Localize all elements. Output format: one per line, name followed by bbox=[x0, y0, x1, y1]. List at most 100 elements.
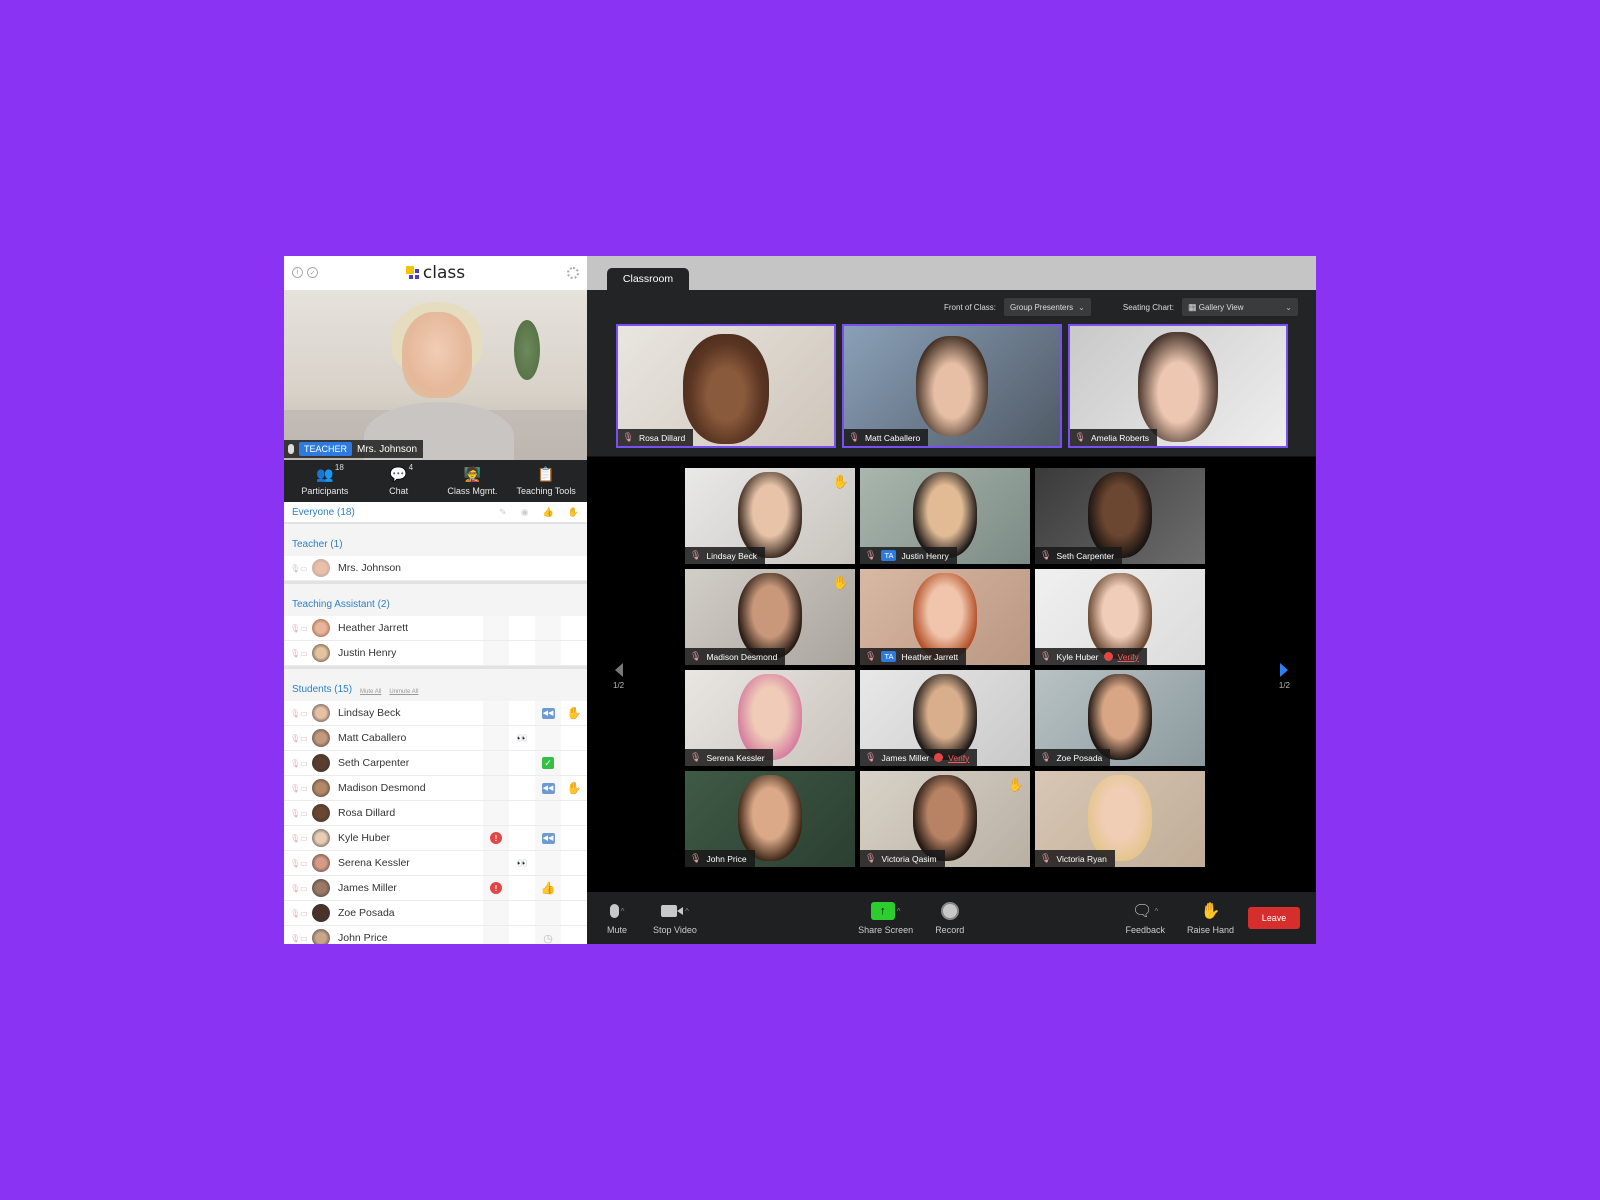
participant-name: Mrs. Johnson bbox=[338, 562, 402, 574]
student-video-tile[interactable]: 🎙 James Miller Verify bbox=[860, 670, 1030, 766]
tab-classroom[interactable]: Classroom bbox=[607, 268, 689, 290]
everyone-header[interactable]: Everyone (18) ✎ ◉ 👍 ✋ bbox=[284, 502, 587, 524]
participant-face bbox=[1088, 674, 1152, 760]
settings-gear-icon[interactable] bbox=[567, 267, 579, 279]
participant-row[interactable]: 🎙▭ Heather Jarrett bbox=[284, 616, 587, 641]
tab-teaching-tools[interactable]: 📋 Teaching Tools bbox=[512, 466, 580, 496]
verify-link[interactable]: Verify bbox=[948, 753, 969, 763]
caret-up-icon[interactable]: ^ bbox=[685, 907, 689, 916]
mic-camera-icons[interactable]: 🎙▭ bbox=[284, 934, 312, 943]
caret-up-icon[interactable]: ^ bbox=[897, 907, 901, 916]
avatar bbox=[312, 904, 330, 922]
participant-row[interactable]: 🎙▭ Lindsay Beck ◀◀ ✋ bbox=[284, 701, 587, 726]
mic-camera-icons[interactable]: 🎙▭ bbox=[284, 649, 312, 658]
record-button[interactable]: Record bbox=[935, 901, 964, 935]
mic-camera-icons[interactable]: 🎙▭ bbox=[284, 834, 312, 843]
mute-button[interactable]: ^ Mute bbox=[607, 901, 627, 935]
verify-link[interactable]: Verify bbox=[1118, 652, 1139, 662]
front-video-tile[interactable]: 🎙 Rosa Dillard bbox=[615, 324, 836, 448]
student-video-tile[interactable]: ✋ 🎙 Victoria Qasim bbox=[860, 771, 1030, 867]
student-video-tile[interactable]: ✋ 🎙 Madison Desmond bbox=[685, 569, 855, 665]
participant-row[interactable]: 🎙▭ Seth Carpenter ✓ bbox=[284, 751, 587, 776]
muted-mic-icon: 🎙 bbox=[690, 550, 702, 560]
participant-row[interactable]: 🎙▭ Matt Caballero 👀 bbox=[284, 726, 587, 751]
mic-camera-icons[interactable]: 🎙▭ bbox=[284, 884, 312, 893]
front-video-tile[interactable]: 🎙 Amelia Roberts bbox=[1067, 324, 1288, 448]
front-of-class-row: 🎙 Rosa Dillard 🎙 Matt Caballero 🎙 Amelia Ro… bbox=[587, 324, 1316, 457]
mic-camera-icons[interactable]: 🎙▭ bbox=[284, 809, 312, 818]
video-name-label: 🎙 TA Heather Jarrett bbox=[860, 648, 967, 665]
mic-camera-icons[interactable]: 🎙▭ bbox=[284, 709, 312, 718]
eye-icon[interactable]: ◉ bbox=[521, 507, 529, 518]
mic-camera-icons[interactable]: 🎙▭ bbox=[284, 564, 312, 573]
video-camera-icon bbox=[661, 905, 684, 917]
class-logo: class bbox=[405, 263, 465, 283]
student-video-tile[interactable]: ✋ 🎙 Lindsay Beck bbox=[685, 468, 855, 564]
participant-row[interactable]: 🎙▭ James Miller! 👍 bbox=[284, 876, 587, 901]
select-value: Group Presenters bbox=[1010, 302, 1074, 312]
video-name-label: 🎙 Victoria Ryan bbox=[1035, 850, 1115, 867]
tab-participants[interactable]: 👥 18 Participants bbox=[291, 463, 359, 496]
muted-mic-icon: 🎙 bbox=[690, 853, 702, 863]
ta-badge: TA bbox=[881, 651, 897, 662]
student-video-tile[interactable]: 🎙 Serena Kessler bbox=[685, 670, 855, 766]
caret-up-icon[interactable]: ^ bbox=[1154, 907, 1158, 916]
caret-up-icon[interactable]: ^ bbox=[621, 907, 625, 916]
tab-class-mgmt[interactable]: 🧑‍🏫 Class Mgmt. bbox=[438, 466, 506, 496]
mic-camera-icons[interactable]: 🎙▭ bbox=[284, 734, 312, 743]
muted-mic-icon: 🎙 bbox=[690, 651, 702, 661]
front-of-class-select[interactable]: Group Presenters ⌄ bbox=[1004, 298, 1091, 316]
edit-icon[interactable]: ✎ bbox=[499, 507, 507, 518]
student-video-tile[interactable]: 🎙 Kyle Huber Verify bbox=[1035, 569, 1205, 665]
participant-row[interactable]: 🎙▭ Serena Kessler 👀 bbox=[284, 851, 587, 876]
teacher-badge: TEACHER bbox=[299, 442, 353, 456]
feedback-button[interactable]: 🗨 ^ Feedback bbox=[1125, 901, 1165, 935]
student-video-tile[interactable]: 🎙 TA Heather Jarrett bbox=[860, 569, 1030, 665]
participant-row[interactable]: 🎙▭ Madison Desmond ◀◀ ✋ bbox=[284, 776, 587, 801]
participant-row[interactable]: 🎙▭ Zoe Posada bbox=[284, 901, 587, 926]
participant-name: Amelia Roberts bbox=[1090, 432, 1150, 443]
video-name-label: 🎙 James Miller Verify bbox=[860, 749, 978, 766]
chevron-down-icon: ⌄ bbox=[1285, 302, 1292, 312]
leave-button[interactable]: Leave bbox=[1248, 907, 1301, 929]
next-page-button[interactable]: 1/2 bbox=[1279, 663, 1290, 690]
tab-label: Chat bbox=[389, 485, 409, 496]
mic-camera-icons[interactable]: 🎙▭ bbox=[284, 909, 312, 918]
raise-hand-button[interactable]: ✋ Raise Hand bbox=[1187, 901, 1234, 935]
raised-hand-icon: ✋ bbox=[566, 706, 582, 720]
student-video-tile[interactable]: 🎙 John Price bbox=[685, 771, 855, 867]
alert-icon: ! bbox=[490, 882, 502, 894]
share-screen-button[interactable]: ↑ ^ Share Screen bbox=[858, 901, 913, 935]
seating-chart-select[interactable]: ▦ Gallery View ⌄ bbox=[1182, 298, 1298, 316]
front-video-tile[interactable]: 🎙 Matt Caballero bbox=[841, 324, 1062, 448]
mic-camera-icons[interactable]: 🎙▭ bbox=[284, 859, 312, 868]
mute-all-link[interactable]: Mute All bbox=[360, 689, 381, 695]
microphone-icon bbox=[288, 444, 294, 454]
participants-icon: 👥 bbox=[316, 466, 334, 482]
info-icon[interactable]: i bbox=[292, 267, 303, 278]
mic-camera-icons[interactable]: 🎙▭ bbox=[284, 624, 312, 633]
student-video-tile[interactable]: 🎙 TA Justin Henry bbox=[860, 468, 1030, 564]
participant-row[interactable]: 🎙▭ John Price ◷ bbox=[284, 926, 587, 944]
participant-row[interactable]: 🎙▭ Justin Henry bbox=[284, 641, 587, 666]
avatar bbox=[312, 929, 330, 944]
student-video-tile[interactable]: 🎙 Seth Carpenter bbox=[1035, 468, 1205, 564]
stop-video-button[interactable]: ^ Stop Video bbox=[653, 901, 697, 935]
student-video-tile[interactable]: 🎙 Victoria Ryan bbox=[1035, 771, 1205, 867]
thumbs-up-icon[interactable]: 👍 bbox=[543, 507, 554, 518]
classroom-panel: Classroom Front of Class: Group Presente… bbox=[587, 256, 1316, 944]
participant-row[interactable]: 🎙▭ Mrs. Johnson bbox=[284, 556, 587, 581]
meeting-toolbar: ^ Mute ^ Stop Video ↑ ^ Share Screen Reco… bbox=[587, 892, 1316, 944]
hand-icon[interactable]: ✋ bbox=[568, 507, 579, 518]
participant-row[interactable]: 🎙▭ Rosa Dillard bbox=[284, 801, 587, 826]
student-video-tile[interactable]: 🎙 Zoe Posada bbox=[1035, 670, 1205, 766]
participant-row[interactable]: 🎙▭ Kyle Huber! ◀◀ bbox=[284, 826, 587, 851]
shield-icon[interactable]: ✓ bbox=[307, 267, 318, 278]
mic-camera-icons[interactable]: 🎙▭ bbox=[284, 784, 312, 793]
tab-chat[interactable]: 💬 4 Chat bbox=[365, 463, 433, 496]
participant-face bbox=[738, 573, 802, 659]
previous-page-button[interactable]: 1/2 bbox=[613, 663, 624, 690]
unmute-all-link[interactable]: Unmute All bbox=[389, 689, 418, 695]
mic-camera-icons[interactable]: 🎙▭ bbox=[284, 759, 312, 768]
alert-icon bbox=[1103, 652, 1113, 661]
